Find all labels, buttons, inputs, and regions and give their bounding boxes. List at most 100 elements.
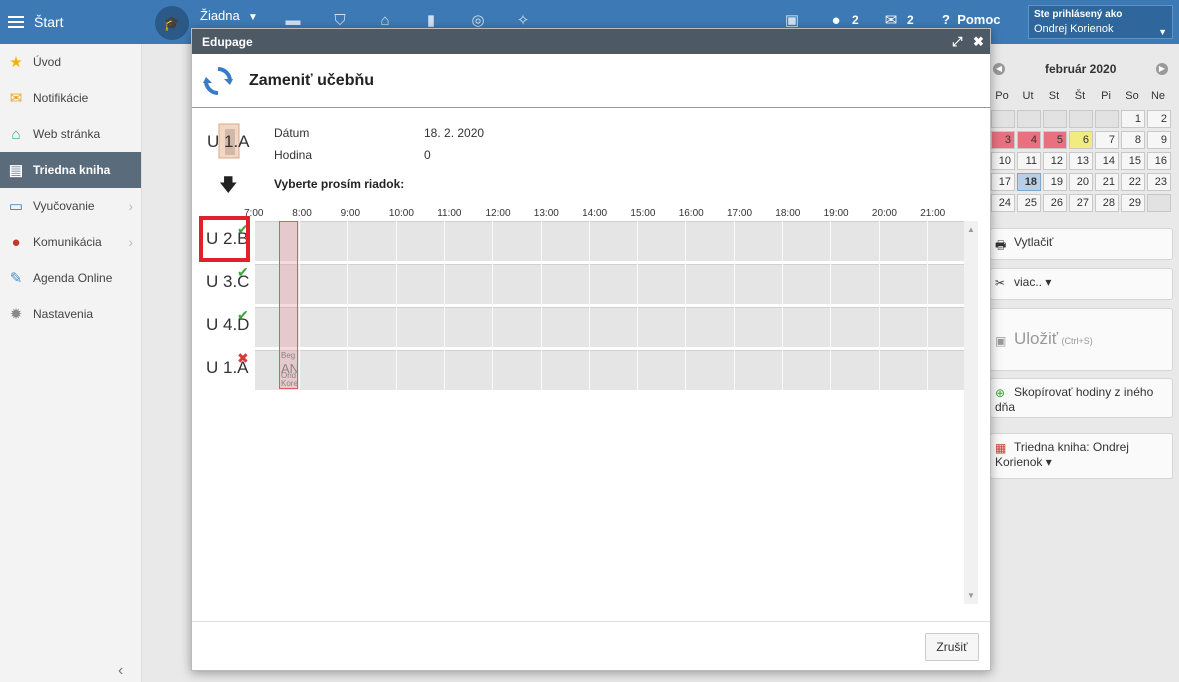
hour-label: Hodina — [274, 148, 313, 162]
chat-icon: ● — [11, 233, 21, 251]
sidebar-item-triedna-kniha[interactable]: ▤ Triedna kniha — [0, 152, 141, 188]
collapse-sidebar-icon[interactable]: ‹ — [118, 662, 123, 680]
sidebar: ★ Úvod ✉ Notifikácie ⌂ Web stránka ▤ Tri… — [0, 44, 142, 682]
sidebar-item-label: Triedna kniha — [33, 163, 111, 177]
calendar-day[interactable]: 19 — [1043, 173, 1067, 191]
calendar-empty-cell — [1069, 110, 1093, 128]
school-selector-label[interactable]: Žiadna — [200, 8, 240, 23]
calendar-day[interactable]: 27 — [1069, 194, 1093, 212]
timeline-row[interactable] — [255, 307, 964, 347]
calendar-day[interactable]: 23 — [1147, 173, 1171, 191]
chevron-right-icon: › — [128, 198, 133, 214]
more-button[interactable]: ✂ viac.. ▾ — [990, 268, 1173, 300]
calendar-day[interactable]: 29 — [1121, 194, 1145, 212]
copy-plus-icon: ⊕ — [995, 385, 1006, 400]
lesson-line4: Kore — [281, 379, 298, 388]
calendar-day[interactable]: 4 — [1017, 131, 1041, 149]
question-icon: ? — [942, 12, 950, 27]
maximize-icon[interactable]: ⤢ — [952, 34, 962, 50]
calendar-day[interactable]: 3 — [991, 131, 1015, 149]
close-icon[interactable]: ✖ — [973, 34, 984, 50]
hour-gridline — [492, 221, 494, 391]
swap-icon — [203, 67, 233, 95]
sidebar-item-agenda-online[interactable]: ✎ Agenda Online — [0, 260, 141, 296]
sidebar-item-uvod[interactable]: ★ Úvod — [0, 44, 141, 80]
calendar-day[interactable]: 2 — [1147, 110, 1171, 128]
hour-gridline — [588, 221, 590, 391]
sidebar-item-web-stranka[interactable]: ⌂ Web stránka — [0, 116, 141, 152]
chevron-down-icon[interactable]: ▼ — [248, 12, 258, 23]
calendar-day[interactable]: 8 — [1121, 131, 1145, 149]
save-button[interactable]: ▣ Uložiť (Ctrl+S) — [990, 308, 1173, 371]
time-tick-label: 15:00 — [630, 208, 656, 219]
pen-icon: ✎ — [9, 270, 23, 287]
calendar-day-name: So — [1125, 90, 1139, 102]
date-value: 18. 2. 2020 — [424, 126, 485, 140]
hour-gridline — [637, 221, 639, 391]
sidebar-item-label: Notifikácie — [33, 91, 89, 105]
user-menu[interactable]: Ste prihlásený ako Ondrej Korienok ▼ — [1028, 5, 1173, 39]
prev-month-icon[interactable]: ◀ — [993, 63, 1005, 75]
calendar-day[interactable]: 10 — [991, 152, 1015, 170]
calendar-day-name: Pi — [1101, 90, 1111, 102]
calendar-day[interactable]: 13 — [1069, 152, 1093, 170]
calendar-day[interactable]: 9 — [1147, 131, 1171, 149]
timeline-row[interactable] — [255, 221, 964, 261]
calendar-day[interactable]: 12 — [1043, 152, 1067, 170]
calendar-empty-cell — [991, 110, 1015, 128]
copy-hours-button[interactable]: ⊕ Skopírovať hodiny z iného dňa — [990, 378, 1173, 418]
sidebar-item-nastavenia[interactable]: ✹ Nastavenia — [0, 296, 141, 332]
sidebar-item-komunikacia[interactable]: ● Komunikácia › — [0, 224, 141, 260]
help-link[interactable]: ? Pomoc — [942, 12, 1001, 27]
calendar-day[interactable]: 7 — [1095, 131, 1119, 149]
hour-gridline — [685, 221, 687, 391]
calendar-day[interactable]: 14 — [1095, 152, 1119, 170]
dialog-header: Zameniť učebňu — [192, 54, 990, 108]
calendar-day[interactable]: 28 — [1095, 194, 1119, 212]
calendar-day[interactable]: 25 — [1017, 194, 1041, 212]
mail-count: 2 — [907, 13, 914, 27]
open-book-icon: ▭ — [8, 198, 24, 215]
timeline-row[interactable] — [255, 264, 964, 304]
calendar-day[interactable]: 17 — [991, 173, 1015, 191]
scroll-up-icon[interactable]: ▲ — [967, 225, 975, 234]
calendar-day-name: Po — [995, 90, 1009, 102]
calendar-day[interactable]: 20 — [1069, 173, 1093, 191]
sidebar-item-notifikacie[interactable]: ✉ Notifikácie — [0, 80, 141, 116]
graduation-cap-icon[interactable]: 🎓 — [155, 6, 189, 40]
calendar-day[interactable]: 6 — [1069, 131, 1093, 149]
time-tick-label: 11:00 — [437, 208, 462, 219]
cross-icon: ✖ — [237, 350, 249, 366]
calendar-empty-cell — [1043, 110, 1067, 128]
hour-gridline — [299, 221, 300, 391]
hour-value: 0 — [424, 148, 431, 162]
calendar-day[interactable]: 18 — [1017, 173, 1041, 191]
print-button[interactable]: 🖶 Vytlačiť — [990, 228, 1173, 260]
scroll-down-icon[interactable]: ▼ — [967, 591, 975, 600]
calendar-day[interactable]: 21 — [1095, 173, 1119, 191]
calendar-day[interactable]: 16 — [1147, 152, 1171, 170]
help-label: Pomoc — [957, 12, 1001, 27]
user-name: Ondrej Korienok — [1034, 23, 1114, 35]
calendar-day[interactable]: 22 — [1121, 173, 1145, 191]
sidebar-item-label: Web stránka — [33, 127, 101, 141]
calendar-day[interactable]: 24 — [991, 194, 1015, 212]
hamburger-icon — [8, 16, 24, 28]
calendar-day[interactable]: 1 — [1121, 110, 1145, 128]
cancel-button[interactable]: Zrušiť — [925, 633, 979, 661]
sidebar-item-vyucovanie[interactable]: ▭ Vyučovanie › — [0, 188, 141, 224]
start-menu-button[interactable]: Štart — [0, 0, 142, 44]
vertical-scrollbar[interactable]: ▲ ▼ — [964, 221, 978, 604]
class-book-button[interactable]: ▦ Triedna kniha: Ondrej Korienok ▾ — [990, 433, 1173, 479]
calendar-day[interactable]: 26 — [1043, 194, 1067, 212]
calendar-day[interactable]: 15 — [1121, 152, 1145, 170]
sidebar-item-label: Komunikácia — [33, 235, 102, 249]
timeline-row[interactable] — [255, 350, 964, 390]
check-icon: ✔ — [237, 264, 249, 280]
hour-gridline — [443, 221, 445, 391]
calendar-day[interactable]: 11 — [1017, 152, 1041, 170]
calendar-day[interactable]: 5 — [1043, 131, 1067, 149]
next-month-icon[interactable]: ▶ — [1156, 63, 1168, 75]
house-icon: ⌂ — [11, 125, 21, 143]
messages-count: 2 — [852, 13, 859, 27]
